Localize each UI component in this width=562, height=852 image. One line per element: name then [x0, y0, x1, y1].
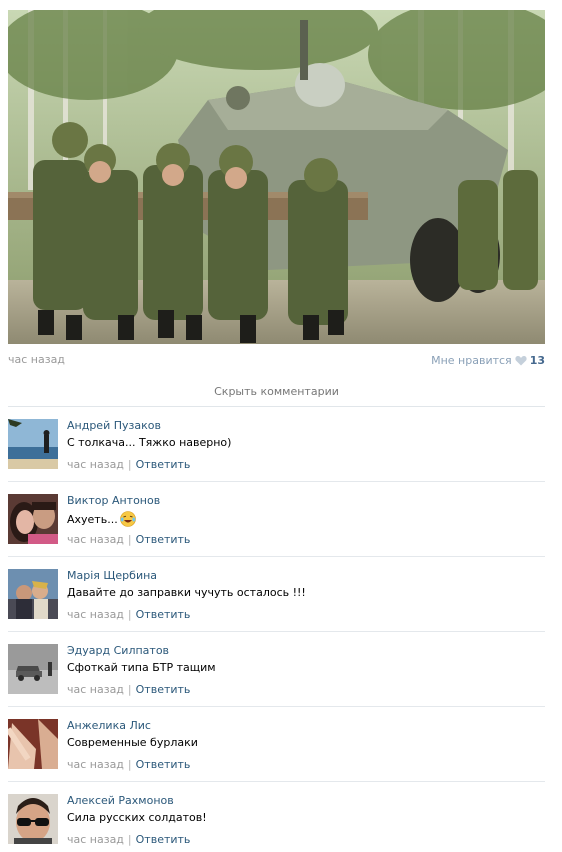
- avatar[interactable]: [8, 644, 58, 694]
- reply-link[interactable]: Ответить: [136, 458, 191, 471]
- comment-footer: час назад | Ответить: [67, 683, 190, 696]
- comment-text-content: Сфоткай типа БТР тащим: [67, 661, 216, 674]
- comment-item: Андрей Пузаков С толкача... Тяжко наверн…: [8, 407, 545, 482]
- separator: |: [127, 458, 132, 471]
- comment-footer: час назад | Ответить: [67, 608, 190, 621]
- comment-text-content: Ахуеть...: [67, 512, 118, 526]
- comment-text: С толкача... Тяжко наверно): [67, 436, 231, 449]
- separator: |: [127, 758, 132, 771]
- comment-author[interactable]: Виктор Антонов: [67, 494, 160, 507]
- comment-author[interactable]: Эдуард Силпатов: [67, 644, 169, 657]
- separator: |: [127, 833, 132, 846]
- reply-link[interactable]: Ответить: [136, 758, 191, 771]
- like-label[interactable]: Мне нравится: [431, 354, 512, 367]
- comment-text-content: Сила русских солдатов!: [67, 811, 207, 824]
- like-button[interactable]: Мне нравится 13: [431, 353, 545, 367]
- reply-link[interactable]: Ответить: [136, 608, 191, 621]
- comment-author[interactable]: Анжелика Лис: [67, 719, 151, 732]
- comment-text: Сфоткай типа БТР тащим: [67, 661, 216, 674]
- avatar[interactable]: [8, 494, 58, 544]
- comment-text-content: Современные бурлаки: [67, 736, 198, 749]
- like-count: 13: [529, 353, 545, 367]
- laughing-tears-emoji-icon: [119, 511, 136, 527]
- comment-time[interactable]: час назад: [67, 758, 124, 771]
- photo-soldiers-pushing-apc: [8, 10, 545, 344]
- comment-footer: час назад | Ответить: [67, 458, 190, 471]
- hide-comments-link[interactable]: Скрыть комментарии: [8, 385, 545, 398]
- comment-author[interactable]: Андрей Пузаков: [67, 419, 161, 432]
- comment-item: Марія Щербина Давайте до заправки чучуть…: [8, 557, 545, 632]
- comments-list: Андрей Пузаков С толкача... Тяжко наверн…: [8, 407, 545, 852]
- comment-text-content: С толкача... Тяжко наверно): [67, 436, 232, 449]
- separator: |: [127, 533, 132, 546]
- comment-text-content: Давайте до заправки чучуть осталось !!!: [67, 586, 306, 599]
- comment-item: Анжелика Лис Современные бурлаки час наз…: [8, 707, 545, 782]
- comment-item: Алексей Рахмонов Сила русских солдатов! …: [8, 782, 545, 852]
- avatar[interactable]: [8, 794, 58, 844]
- comment-item: Эдуард Силпатов Сфоткай типа БТР тащим ч…: [8, 632, 545, 707]
- comment-item: Виктор Антонов Ахуеть... час назад | Ответ…: [8, 482, 545, 557]
- avatar[interactable]: [8, 719, 58, 769]
- avatar[interactable]: [8, 419, 58, 469]
- comment-text: Сила русских солдатов!: [67, 811, 207, 824]
- comment-footer: час назад | Ответить: [67, 758, 190, 771]
- comment-author[interactable]: Алексей Рахмонов: [67, 794, 174, 807]
- comment-author[interactable]: Марія Щербина: [67, 569, 157, 582]
- heart-icon[interactable]: [515, 355, 527, 366]
- separator: |: [127, 683, 132, 696]
- comment-time[interactable]: час назад: [67, 533, 124, 546]
- comment-footer: час назад | Ответить: [67, 833, 190, 846]
- post-meta-row: час назад Мне нравится 13: [8, 353, 545, 367]
- reply-link[interactable]: Ответить: [136, 833, 191, 846]
- comment-time[interactable]: час назад: [67, 608, 124, 621]
- avatar[interactable]: [8, 569, 58, 619]
- comment-time[interactable]: час назад: [67, 833, 124, 846]
- comment-footer: час назад | Ответить: [67, 533, 190, 546]
- post-time[interactable]: час назад: [8, 353, 65, 366]
- comment-text: Ахуеть...: [67, 511, 136, 527]
- reply-link[interactable]: Ответить: [136, 533, 191, 546]
- comment-text: Современные бурлаки: [67, 736, 198, 749]
- comment-time[interactable]: час назад: [67, 458, 124, 471]
- post-photo[interactable]: [8, 10, 545, 344]
- comment-time[interactable]: час назад: [67, 683, 124, 696]
- comment-text: Давайте до заправки чучуть осталось !!!: [67, 586, 306, 599]
- separator: |: [127, 608, 132, 621]
- reply-link[interactable]: Ответить: [136, 683, 191, 696]
